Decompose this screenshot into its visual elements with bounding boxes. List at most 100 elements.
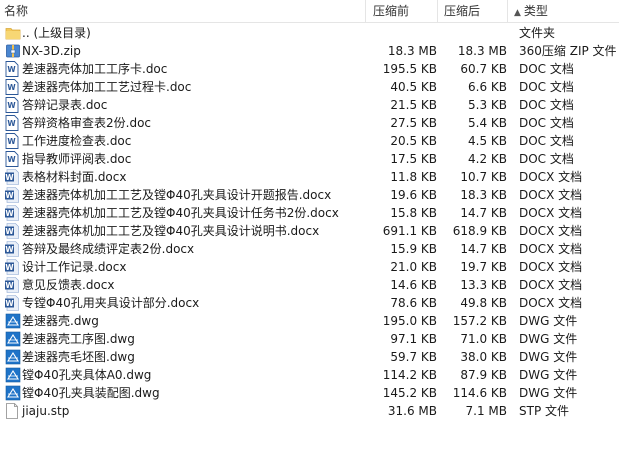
file-type: DOCX 文档 xyxy=(519,278,583,292)
compressed-size: 38.0 KB xyxy=(460,350,507,364)
column-header: 名称 压缩前 压缩后 ▲ 类型 xyxy=(0,0,619,23)
file-row[interactable]: W 意见反馈表.docx 14.6 KB 13.3 KB DOCX 文档 xyxy=(0,276,619,294)
file-name: 镗Φ40孔夹具体A0.dwg xyxy=(22,368,152,382)
compressed-size: 5.3 KB xyxy=(468,98,507,112)
word-doc-icon: W xyxy=(5,97,19,113)
header-divider[interactable] xyxy=(437,0,438,22)
header-type[interactable]: ▲ 类型 xyxy=(514,0,548,22)
compressed-size: 49.8 KB xyxy=(460,296,507,310)
file-name: 差速器壳工序图.dwg xyxy=(22,332,135,346)
file-row[interactable]: 镗Φ40孔夹具体A0.dwg 114.2 KB 87.9 KB DWG 文件 xyxy=(0,366,619,384)
svg-text:W: W xyxy=(7,83,16,92)
compressed-size: 114.6 KB xyxy=(452,386,507,400)
file-name: 差速器壳毛坯图.dwg xyxy=(22,350,135,364)
header-divider[interactable] xyxy=(365,0,366,22)
file-row[interactable]: W 表格材料封面.docx 11.8 KB 10.7 KB DOCX 文档 xyxy=(0,168,619,186)
file-type: DOC 文档 xyxy=(519,134,574,148)
word-doc-icon: W xyxy=(5,79,19,95)
file-row[interactable]: .. (上级目录) 文件夹 xyxy=(0,24,619,42)
header-divider[interactable] xyxy=(507,0,508,22)
dwg-icon xyxy=(5,313,21,329)
file-name: 答辩及最终成绩评定表2份.docx xyxy=(22,242,195,256)
file-row[interactable]: W 差速器壳体加工工序卡.doc 195.5 KB 60.7 KB DOC 文档 xyxy=(0,60,619,78)
dwg-icon xyxy=(5,385,21,401)
original-size: 14.6 KB xyxy=(390,278,437,292)
stp-file-icon xyxy=(5,403,19,419)
original-size: 17.5 KB xyxy=(390,152,437,166)
original-size: 21.0 KB xyxy=(390,260,437,274)
header-name[interactable]: 名称 xyxy=(4,0,28,22)
file-row[interactable]: W 设计工作记录.docx 21.0 KB 19.7 KB DOCX 文档 xyxy=(0,258,619,276)
svg-text:W: W xyxy=(7,101,16,110)
word-docx-icon: W xyxy=(5,187,19,203)
file-row[interactable]: W 指导教师评阅表.doc 17.5 KB 4.2 KB DOC 文档 xyxy=(0,150,619,168)
original-size: 31.6 MB xyxy=(387,404,437,418)
header-original-size[interactable]: 压缩前 xyxy=(373,0,409,22)
file-type: DOCX 文档 xyxy=(519,170,583,184)
file-row[interactable]: W 差速器壳体机加工工艺及镗Φ40孔夹具设计任务书2份.docx 15.8 KB 14… xyxy=(0,204,619,222)
file-row[interactable]: W 答辩及最终成绩评定表2份.docx 15.9 KB 14.7 KB DOCX 文档 xyxy=(0,240,619,258)
file-type: DOCX 文档 xyxy=(519,224,583,238)
file-name: 工作进度检查表.doc xyxy=(22,134,132,148)
original-size: 20.5 KB xyxy=(390,134,437,148)
file-type: DOCX 文档 xyxy=(519,206,583,220)
file-type: DOCX 文档 xyxy=(519,260,583,274)
file-name: 专镗Φ40孔用夹具设计部分.docx xyxy=(22,296,200,310)
compressed-size: 14.7 KB xyxy=(460,242,507,256)
file-row[interactable]: W 差速器壳体加工工艺过程卡.doc 40.5 KB 6.6 KB DOC 文档 xyxy=(0,78,619,96)
file-row[interactable]: W 答辩资格审查表2份.doc 27.5 KB 5.4 KB DOC 文档 xyxy=(0,114,619,132)
file-name: 答辩记录表.doc xyxy=(22,98,108,112)
original-size: 691.1 KB xyxy=(382,224,437,238)
svg-text:W: W xyxy=(5,173,14,182)
compressed-size: 618.9 KB xyxy=(452,224,507,238)
compressed-size: 14.7 KB xyxy=(460,206,507,220)
file-name: 差速器壳体机加工工艺及镗Φ40孔夹具设计任务书2份.docx xyxy=(22,206,339,220)
file-row[interactable]: W 差速器壳体机加工工艺及镗Φ40孔夹具设计开题报告.docx 19.6 KB 18.… xyxy=(0,186,619,204)
word-doc-icon: W xyxy=(5,133,19,149)
file-type: DWG 文件 xyxy=(519,350,578,364)
file-name: 指导教师评阅表.doc xyxy=(22,152,132,166)
file-row[interactable]: 差速器壳毛坯图.dwg 59.7 KB 38.0 KB DWG 文件 xyxy=(0,348,619,366)
compressed-size: 157.2 KB xyxy=(452,314,507,328)
word-docx-icon: W xyxy=(5,295,19,311)
original-size: 59.7 KB xyxy=(390,350,437,364)
dwg-icon xyxy=(5,331,21,347)
compressed-size: 18.3 KB xyxy=(460,188,507,202)
original-size: 114.2 KB xyxy=(382,368,437,382)
file-row[interactable]: W 工作进度检查表.doc 20.5 KB 4.5 KB DOC 文档 xyxy=(0,132,619,150)
file-name: NX-3D.zip xyxy=(22,44,81,58)
file-row[interactable]: jiaju.stp 31.6 MB 7.1 MB STP 文件 xyxy=(0,402,619,420)
original-size: 40.5 KB xyxy=(390,80,437,94)
original-size: 19.6 KB xyxy=(390,188,437,202)
dwg-icon xyxy=(5,349,21,365)
svg-text:W: W xyxy=(5,227,14,236)
compressed-size: 4.5 KB xyxy=(468,134,507,148)
file-type: DOCX 文档 xyxy=(519,188,583,202)
file-name: 差速器壳体机加工工艺及镗Φ40孔夹具设计说明书.docx xyxy=(22,224,320,238)
compressed-size: 4.2 KB xyxy=(468,152,507,166)
file-name: 意见反馈表.docx xyxy=(22,278,115,292)
file-row[interactable]: W 专镗Φ40孔用夹具设计部分.docx 78.6 KB 49.8 KB DOCX 文档 xyxy=(0,294,619,312)
file-type: DOC 文档 xyxy=(519,98,574,112)
file-type: DOC 文档 xyxy=(519,62,574,76)
folder-icon xyxy=(5,25,21,41)
original-size: 15.8 KB xyxy=(390,206,437,220)
svg-text:W: W xyxy=(5,299,14,308)
file-row[interactable]: NX-3D.zip 18.3 MB 18.3 MB 360压缩 ZIP 文件 xyxy=(0,42,619,60)
file-row[interactable]: W 差速器壳体机加工工艺及镗Φ40孔夹具设计说明书.docx 691.1 KB 618… xyxy=(0,222,619,240)
header-compressed-size[interactable]: 压缩后 xyxy=(444,0,480,22)
file-row[interactable]: W 答辩记录表.doc 21.5 KB 5.3 KB DOC 文档 xyxy=(0,96,619,114)
compressed-size: 60.7 KB xyxy=(460,62,507,76)
original-size: 78.6 KB xyxy=(390,296,437,310)
svg-text:W: W xyxy=(7,137,16,146)
sort-ascending-icon: ▲ xyxy=(514,8,521,18)
file-type: DWG 文件 xyxy=(519,332,578,346)
file-row[interactable]: 镗Φ40孔夹具装配图.dwg 145.2 KB 114.6 KB DWG 文件 xyxy=(0,384,619,402)
file-type: DOC 文档 xyxy=(519,152,574,166)
original-size: 18.3 MB xyxy=(387,44,437,58)
word-docx-icon: W xyxy=(5,241,19,257)
file-name: 差速器壳体加工工艺过程卡.doc xyxy=(22,80,192,94)
file-row[interactable]: 差速器壳.dwg 195.0 KB 157.2 KB DWG 文件 xyxy=(0,312,619,330)
file-row[interactable]: 差速器壳工序图.dwg 97.1 KB 71.0 KB DWG 文件 xyxy=(0,330,619,348)
file-name: 差速器壳.dwg xyxy=(22,314,99,328)
